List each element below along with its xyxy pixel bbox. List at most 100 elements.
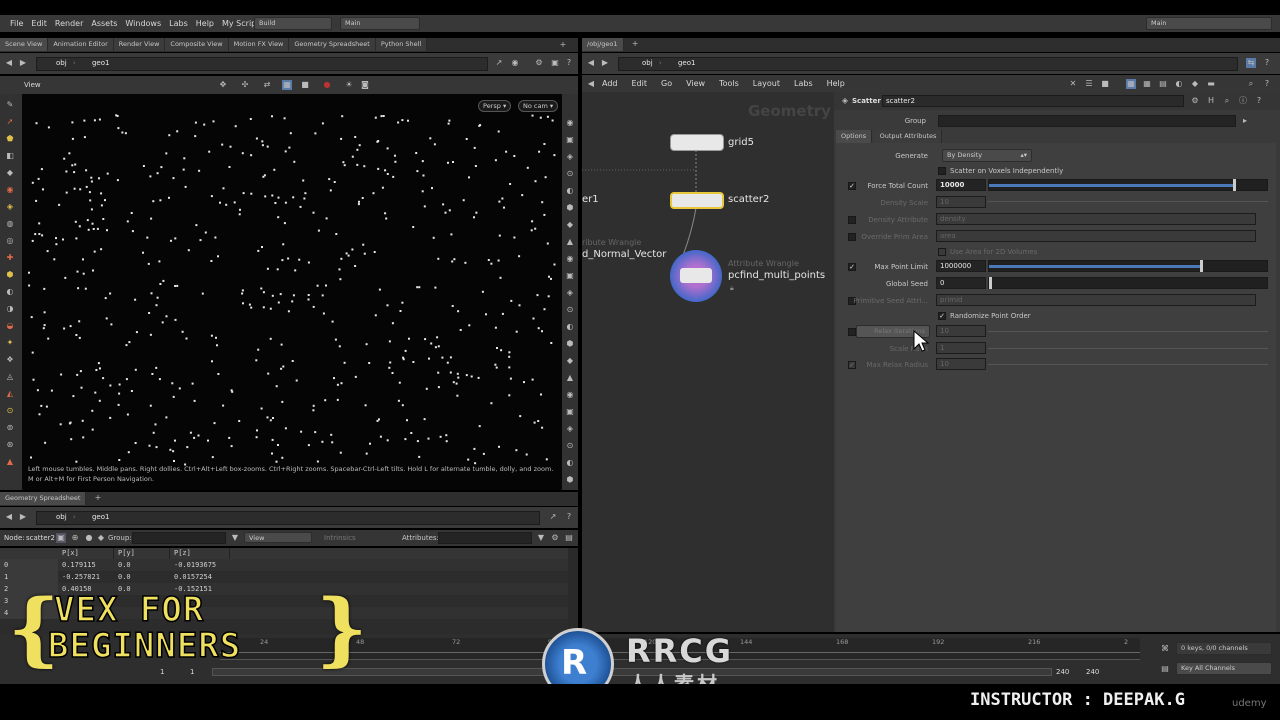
display-option-icon-10[interactable]: ◈ (565, 288, 575, 298)
tumble-tool-icon[interactable]: ✥ (218, 80, 228, 90)
path-geo1[interactable]: geo1 (92, 513, 110, 521)
display-option-icon-7[interactable]: ▲ (565, 237, 575, 247)
tool-icon-4[interactable]: ◆ (5, 168, 15, 178)
network-menu-edit[interactable]: Edit (632, 79, 648, 88)
link-icon[interactable]: ⚙ (534, 58, 544, 68)
path-obj[interactable]: obj (56, 59, 67, 67)
layout-icon[interactable]: ▤ (564, 533, 574, 543)
path-obj[interactable]: obj (56, 513, 67, 521)
filter-icon[interactable]: ▼ (536, 533, 546, 543)
theme-icon[interactable]: ▬ (1206, 79, 1216, 89)
display-option-icon-18[interactable]: ◈ (565, 424, 575, 434)
forward-arrow-icon[interactable]: ▶ (18, 58, 28, 68)
right-desktop-selector[interactable]: Main (1146, 17, 1272, 30)
intrinsics-label[interactable]: Intrinsics (324, 534, 356, 542)
left-path-field[interactable]: obj › geo1 (36, 57, 488, 71)
global-seed-field[interactable]: 0 (936, 277, 986, 289)
network-view[interactable]: Geometry grid5 scatter2 er1 ribute Wrang… (582, 92, 834, 632)
node-value[interactable]: scatter2 (26, 534, 55, 542)
forward-arrow-icon[interactable]: ▶ (600, 58, 610, 68)
tool-icon-19[interactable]: ⊚ (5, 423, 15, 433)
tool-icon-21[interactable]: ▲ (5, 457, 15, 467)
tool-icon-10[interactable]: ⬢ (5, 270, 15, 280)
pin-icon[interactable]: ↗ (494, 58, 504, 68)
tree-icon[interactable]: ■ (1100, 79, 1110, 89)
link-icon[interactable]: ⇆ (1246, 58, 1256, 68)
column-header[interactable]: P[x] (58, 548, 114, 559)
record-icon[interactable]: ● (322, 80, 332, 90)
search-icon[interactable]: ⌕ (1222, 96, 1232, 106)
tool-icon-12[interactable]: ◑ (5, 304, 15, 314)
network-menu-go[interactable]: Go (661, 79, 672, 88)
back-arrow-icon[interactable]: ◀ (4, 512, 14, 522)
cam-menu[interactable]: No cam ▾ (518, 100, 559, 112)
help-icon[interactable]: ? (564, 512, 574, 522)
layout-icon[interactable]: ▦ (1126, 79, 1136, 89)
override-prim-checkbox[interactable] (848, 233, 856, 241)
tools-icon[interactable]: ✕ (1068, 79, 1078, 89)
group-param-field[interactable] (938, 115, 1236, 127)
column-header[interactable]: P[z] (170, 548, 230, 559)
network-menu-help[interactable]: Help (827, 79, 845, 88)
display-option-icon-12[interactable]: ◐ (565, 322, 575, 332)
network-menu-layout[interactable]: Layout (753, 79, 780, 88)
info-icon[interactable]: ⓘ (1238, 96, 1248, 106)
display-option-icon-16[interactable]: ◉ (565, 390, 575, 400)
tool-icon-3[interactable]: ◧ (5, 151, 15, 161)
right-path-field[interactable]: obj › geo1 (618, 57, 1238, 71)
tool-icon-20[interactable]: ⊛ (5, 440, 15, 450)
display-option-icon-3[interactable]: ⊙ (565, 169, 575, 179)
gear-icon[interactable]: ⚙ (1190, 96, 1200, 106)
shape-icon[interactable]: ◆ (1190, 79, 1200, 89)
verts-icon[interactable]: ◆ (96, 533, 106, 543)
density-attr-checkbox[interactable] (848, 216, 856, 224)
desktop-selector[interactable]: Main (340, 17, 420, 30)
tab-options[interactable]: Options (836, 130, 873, 143)
back-arrow-icon[interactable]: ◀ (586, 58, 596, 68)
max-point-slider-handle[interactable] (1199, 260, 1203, 272)
force-total-field[interactable]: 10000 (936, 179, 986, 191)
display-option-icon-5[interactable]: ⬢ (565, 203, 575, 213)
list-icon[interactable]: ☰ (1084, 79, 1094, 89)
help-book-icon[interactable]: H (1206, 96, 1216, 106)
display-option-icon-13[interactable]: ⬢ (565, 339, 575, 349)
snap-icon[interactable]: ▤ (1158, 79, 1168, 89)
tool-icon-1[interactable]: ➚ (5, 117, 15, 127)
column-header[interactable]: P[y] (114, 548, 170, 559)
display-option-icon-15[interactable]: ▲ (565, 373, 575, 383)
network-menu-labs[interactable]: Labs (794, 79, 813, 88)
display-option-icon-4[interactable]: ◐ (565, 186, 575, 196)
path-obj[interactable]: obj (642, 59, 653, 67)
display-option-icon-0[interactable]: ◉ (565, 118, 575, 128)
key-icon[interactable]: ⌘ (1160, 644, 1170, 654)
wire-toggle-icon[interactable]: ■ (300, 80, 310, 90)
display-option-icon-19[interactable]: ⊙ (565, 441, 575, 451)
tool-icon-11[interactable]: ◐ (5, 287, 15, 297)
tab-python-shell[interactable]: Python Shell (375, 38, 428, 51)
tab-animation-editor[interactable]: Animation Editor (48, 38, 114, 51)
display-option-icon-11[interactable]: ⊙ (565, 305, 575, 315)
tab-output-attributes[interactable]: Output Attributes (874, 130, 943, 143)
key-all-channels-button[interactable]: Key All Channels (1176, 662, 1272, 675)
tool-icon-18[interactable]: ⊙ (5, 406, 15, 416)
pin-icon[interactable]: ↗ (548, 512, 558, 522)
tool-icon-9[interactable]: ✚ (5, 253, 15, 263)
force-total-slider-handle[interactable] (1233, 179, 1237, 191)
network-menu-add[interactable]: Add (602, 79, 618, 88)
search-icon[interactable]: ⌕ (1246, 79, 1256, 89)
global-seed-slider-handle[interactable] (989, 277, 992, 289)
help-icon[interactable]: ? (1262, 58, 1272, 68)
network-icon[interactable]: ◉ (510, 58, 520, 68)
tool-icon-7[interactable]: ◍ (5, 219, 15, 229)
channel-icon[interactable]: ▤ (1160, 664, 1170, 674)
tool-icon-5[interactable]: ◉ (5, 185, 15, 195)
tool-icon-6[interactable]: ◈ (5, 202, 15, 212)
tab-obj-geo1[interactable]: /obj/geo1 (582, 38, 624, 51)
menu-item-render[interactable]: Render (55, 19, 83, 28)
add-tab-icon[interactable]: + (558, 40, 568, 50)
scatter-voxels-checkbox[interactable] (938, 167, 946, 175)
display-option-icon-17[interactable]: ▣ (565, 407, 575, 417)
grid-toggle-icon[interactable]: ▦ (282, 80, 292, 90)
pan-tool-icon[interactable]: ✣ (240, 80, 250, 90)
menu-item-labs[interactable]: Labs (169, 19, 188, 28)
